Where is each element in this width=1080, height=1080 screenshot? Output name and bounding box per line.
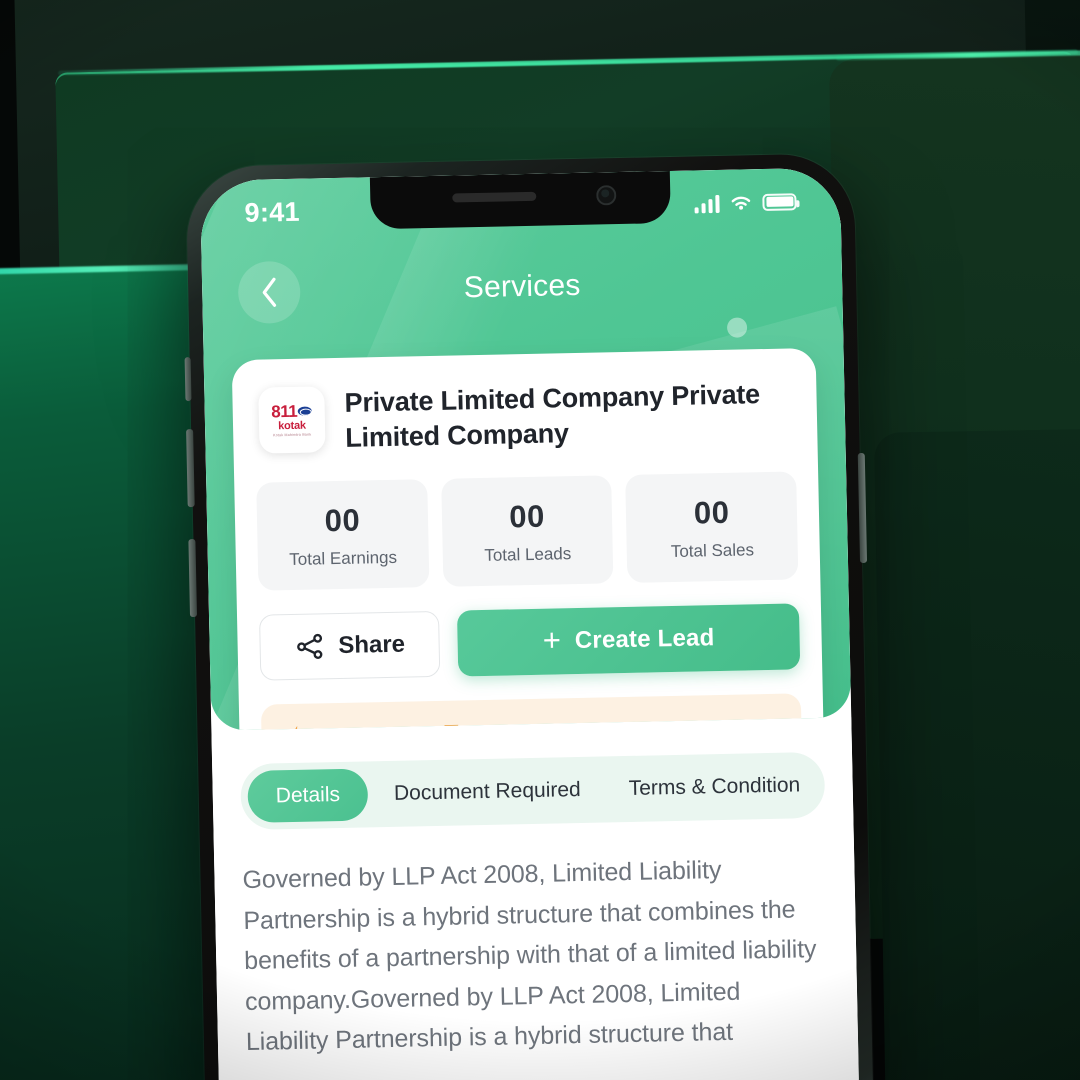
logo-infinity-icon	[298, 406, 313, 416]
service-card: 811 kotak Kotak Mahindra Bank Private Li…	[231, 347, 827, 731]
logo-mark-text: 811	[271, 401, 298, 422]
share-nodes-icon	[296, 633, 323, 660]
logo-brand-text: kotak	[278, 419, 307, 433]
create-lead-button[interactable]: + Create Lead	[456, 603, 801, 677]
stat-value: 00	[508, 498, 546, 535]
stat-total-leads: 00 Total Leads	[440, 475, 614, 587]
details-section: Details Document Required Terms & Condit…	[211, 717, 859, 1064]
stats-row: 00 Total Earnings 00 Total Leads 00 Tota…	[256, 471, 799, 591]
details-body-text: Governed by LLP Act 2008, Limited Liabil…	[242, 856, 817, 1057]
stat-value: 00	[693, 494, 730, 531]
phone-screen: 9:41 Services 811 kotak Kotak Mahindra B…	[199, 167, 861, 1080]
nav-bar: Services	[201, 225, 843, 325]
logo-mark-row: 811	[271, 401, 313, 422]
create-lead-button-label: Create Lead	[574, 624, 715, 655]
status-bar-time: 9:41	[244, 196, 301, 228]
phone-mockup: 9:41 Services 811 kotak Kotak Mahindra B…	[184, 153, 875, 1080]
service-card-header: 811 kotak Kotak Mahindra Bank Private Li…	[254, 370, 795, 456]
battery-full-icon	[762, 192, 797, 211]
tab-document-required[interactable]: Document Required	[371, 764, 603, 821]
kotak-811-logo: 811 kotak Kotak Mahindra Bank	[258, 386, 326, 454]
tab-bar: Details Document Required Terms & Condit…	[240, 751, 826, 831]
stat-total-sales: 00 Total Sales	[625, 471, 799, 584]
logo-tagline-text: Kotak Mahindra Bank	[273, 432, 312, 438]
action-row: Share + Create Lead	[258, 603, 801, 681]
scene: 9:41 Services 811 kotak Kotak Mahindra B…	[0, 0, 1080, 1080]
plus-icon: +	[542, 622, 562, 658]
signal-bars-icon	[694, 193, 720, 213]
service-title: Private Limited Company Private Limited …	[344, 379, 761, 453]
wifi-icon	[731, 196, 751, 210]
stat-label: Total Sales	[670, 540, 755, 562]
tab-terms-condition[interactable]: Terms & Condition	[606, 759, 823, 816]
stat-value: 00	[324, 502, 361, 539]
chevron-left-icon	[262, 277, 277, 307]
app-viewport: 9:41 Services 811 kotak Kotak Mahindra B…	[199, 167, 861, 1080]
back-button[interactable]	[237, 260, 301, 325]
share-button-label: Share	[338, 630, 406, 660]
share-button[interactable]: Share	[258, 610, 441, 681]
tab-details[interactable]: Details	[247, 768, 369, 823]
stat-label: Total Earnings	[289, 547, 398, 570]
background-panel-bottom-right	[873, 427, 1080, 1080]
phone-silent-switch[interactable]	[184, 357, 192, 402]
status-bar-icons	[694, 192, 797, 213]
stat-label: Total Leads	[484, 544, 572, 566]
stat-total-earnings: 00 Total Earnings	[256, 479, 430, 591]
hero-header: 9:41 Services 811 kotak Kotak Mahindra B…	[199, 167, 852, 731]
